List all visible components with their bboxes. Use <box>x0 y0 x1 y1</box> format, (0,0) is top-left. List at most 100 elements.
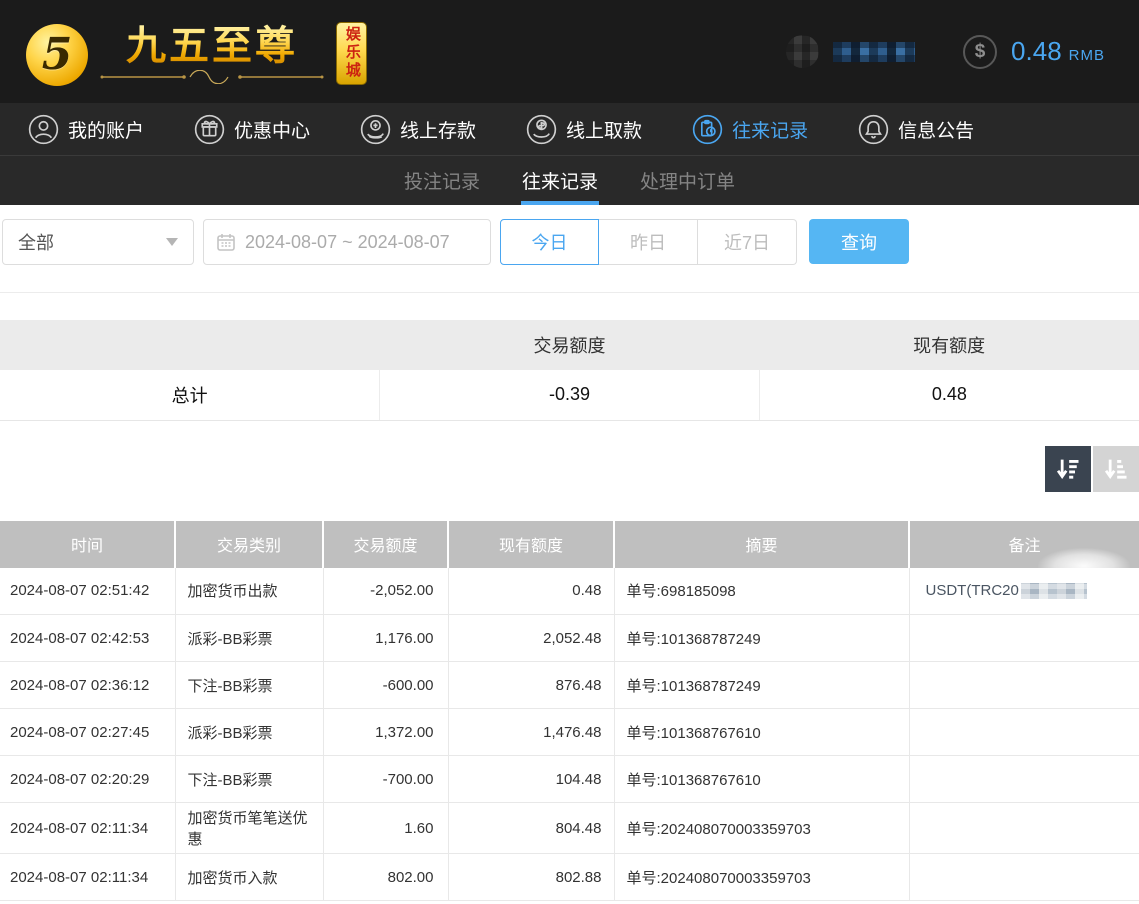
nav-item-withdraw[interactable]: 线上取款 <box>526 114 642 145</box>
username-redacted <box>833 42 915 62</box>
cell-balance: 1,476.48 <box>448 709 614 756</box>
table-row: 2024-08-07 02:11:34加密货币笔笔送优惠1.60804.48单号… <box>0 803 1139 854</box>
cell-remark <box>909 803 1139 854</box>
cell-remark <box>909 709 1139 756</box>
cell-amount: -2,052.00 <box>323 568 448 615</box>
user-icon <box>28 114 59 145</box>
nav-item-label: 信息公告 <box>898 116 974 143</box>
logo-flourish-ornament <box>98 70 326 84</box>
cell-type: 下注-BB彩票 <box>175 662 323 709</box>
records-clock-icon <box>692 114 723 145</box>
sort-desc-icon <box>1054 455 1082 483</box>
cell-type: 派彩-BB彩票 <box>175 709 323 756</box>
records-table-header-row: 时间交易类别交易额度现有额度摘要备注 <box>0 521 1139 568</box>
table-row: 2024-08-07 02:36:12下注-BB彩票-600.00876.48单… <box>0 662 1139 709</box>
nav-item-label: 线上存款 <box>400 116 476 143</box>
nav-item-announcements[interactable]: 信息公告 <box>858 114 974 145</box>
cell-time: 2024-08-07 02:11:34 <box>0 854 175 901</box>
cell-type: 加密货币笔笔送优惠 <box>175 803 323 854</box>
nav-item-promotions[interactable]: 优惠中心 <box>194 114 310 145</box>
cell-remark <box>909 854 1139 901</box>
column-header: 交易额度 <box>323 521 448 568</box>
sub-tab-label: 投注记录 <box>404 167 480 194</box>
page: 5 九五至尊 娱乐城 $ 0.48 RMB 我的账户优惠中心线上存款线上 <box>0 0 1139 904</box>
sub-tab-transfer-records[interactable]: 往来记录 <box>522 156 598 205</box>
nav-item-label: 线上取款 <box>566 116 642 143</box>
bell-icon <box>858 114 889 145</box>
table-row: 2024-08-07 02:11:34加密货币入款802.00802.88单号:… <box>0 854 1139 901</box>
records-table-body: 2024-08-07 02:51:42加密货币出款-2,052.000.48单号… <box>0 568 1139 901</box>
cell-remark <box>909 662 1139 709</box>
category-select[interactable]: 全部 <box>2 219 194 265</box>
cell-remark: USDT(TRC20 <box>909 568 1139 615</box>
cell-time: 2024-08-07 02:20:29 <box>0 756 175 803</box>
sub-tab-pending-orders[interactable]: 处理中订单 <box>640 156 735 205</box>
cell-balance: 802.88 <box>448 854 614 901</box>
cell-summary: 单号:101368787249 <box>614 615 909 662</box>
summary-total-transaction: -0.39 <box>380 370 760 420</box>
sub-tab-bet-records[interactable]: 投注记录 <box>404 156 480 205</box>
cell-time: 2024-08-07 02:42:53 <box>0 615 175 662</box>
balance-display[interactable]: 0.48 RMB <box>1011 36 1105 67</box>
quick-date-last7days-button[interactable]: 近7日 <box>698 219 797 265</box>
cell-amount: 1,372.00 <box>323 709 448 756</box>
cell-balance: 804.48 <box>448 803 614 854</box>
table-row: 2024-08-07 02:27:45派彩-BB彩票1,372.001,476.… <box>0 709 1139 756</box>
nav-item-label: 优惠中心 <box>234 116 310 143</box>
cell-type: 派彩-BB彩票 <box>175 615 323 662</box>
calendar-icon <box>216 232 236 252</box>
cell-amount: 1.60 <box>323 803 448 854</box>
cell-amount: -700.00 <box>323 756 448 803</box>
summary-total-row: 总计 -0.39 0.48 <box>0 370 1139 420</box>
nav-item-account[interactable]: 我的账户 <box>28 114 144 145</box>
site-logo[interactable]: 5 九五至尊 娱乐城 <box>26 18 367 86</box>
sub-tab-label: 往来记录 <box>522 167 598 194</box>
withdraw-icon <box>526 114 557 145</box>
cell-summary: 单号:101368767610 <box>614 709 909 756</box>
column-header: 现有额度 <box>448 521 614 568</box>
logo-badge: 娱乐城 <box>336 22 367 85</box>
summary-header-balance: 现有额度 <box>759 320 1139 370</box>
cell-balance: 876.48 <box>448 662 614 709</box>
cell-amount: -600.00 <box>323 662 448 709</box>
cell-amount: 1,176.00 <box>323 615 448 662</box>
cell-time: 2024-08-07 02:51:42 <box>0 568 175 615</box>
cell-summary: 单号:202408070003359703 <box>614 854 909 901</box>
cell-remark <box>909 615 1139 662</box>
quick-date-yesterday-button[interactable]: 昨日 <box>599 219 698 265</box>
main-nav: 我的账户 优惠中心 线上存款 线上取款 往来记录 信息公告 <box>0 103 1139 155</box>
sub-tab-label: 处理中订单 <box>640 167 735 194</box>
nav-item-label: 我的账户 <box>68 116 144 143</box>
top-header: 5 九五至尊 娱乐城 $ 0.48 RMB <box>0 0 1139 103</box>
summary-total-label: 总计 <box>0 370 380 420</box>
date-range-input[interactable]: 2024-08-07 ~ 2024-08-07 <box>203 219 491 265</box>
table-row: 2024-08-07 02:42:53派彩-BB彩票1,176.002,052.… <box>0 615 1139 662</box>
cell-time: 2024-08-07 02:36:12 <box>0 662 175 709</box>
sort-desc-button[interactable] <box>1045 446 1091 492</box>
cell-summary: 单号:101368767610 <box>614 756 909 803</box>
summary-total-balance: 0.48 <box>759 370 1139 420</box>
redacted-remark <box>1021 583 1087 599</box>
column-header: 备注 <box>909 521 1139 568</box>
sort-asc-icon <box>1102 455 1130 483</box>
quick-date-today-button[interactable]: 今日 <box>500 219 599 265</box>
logo-title: 九五至尊 <box>126 24 298 68</box>
nav-item-deposit[interactable]: 线上存款 <box>360 114 476 145</box>
cell-type: 加密货币入款 <box>175 854 323 901</box>
summary-header-empty <box>0 320 380 370</box>
balance-amount: 0.48 <box>1011 36 1062 67</box>
search-button[interactable]: 查询 <box>809 219 909 264</box>
user-avatar[interactable] <box>786 35 819 68</box>
sort-asc-button[interactable] <box>1093 446 1139 492</box>
nav-item-label: 往来记录 <box>732 116 808 143</box>
sub-nav: 投注记录 往来记录 处理中订单 <box>0 155 1139 205</box>
cell-amount: 802.00 <box>323 854 448 901</box>
quick-date-group: 今日昨日近7日 <box>500 219 797 265</box>
chevron-down-icon <box>166 238 178 246</box>
nav-item-records[interactable]: 往来记录 <box>692 114 808 145</box>
cell-balance: 2,052.48 <box>448 615 614 662</box>
column-header: 交易类别 <box>175 521 323 568</box>
deposit-icon <box>360 114 391 145</box>
column-header: 摘要 <box>614 521 909 568</box>
gift-icon <box>194 114 225 145</box>
